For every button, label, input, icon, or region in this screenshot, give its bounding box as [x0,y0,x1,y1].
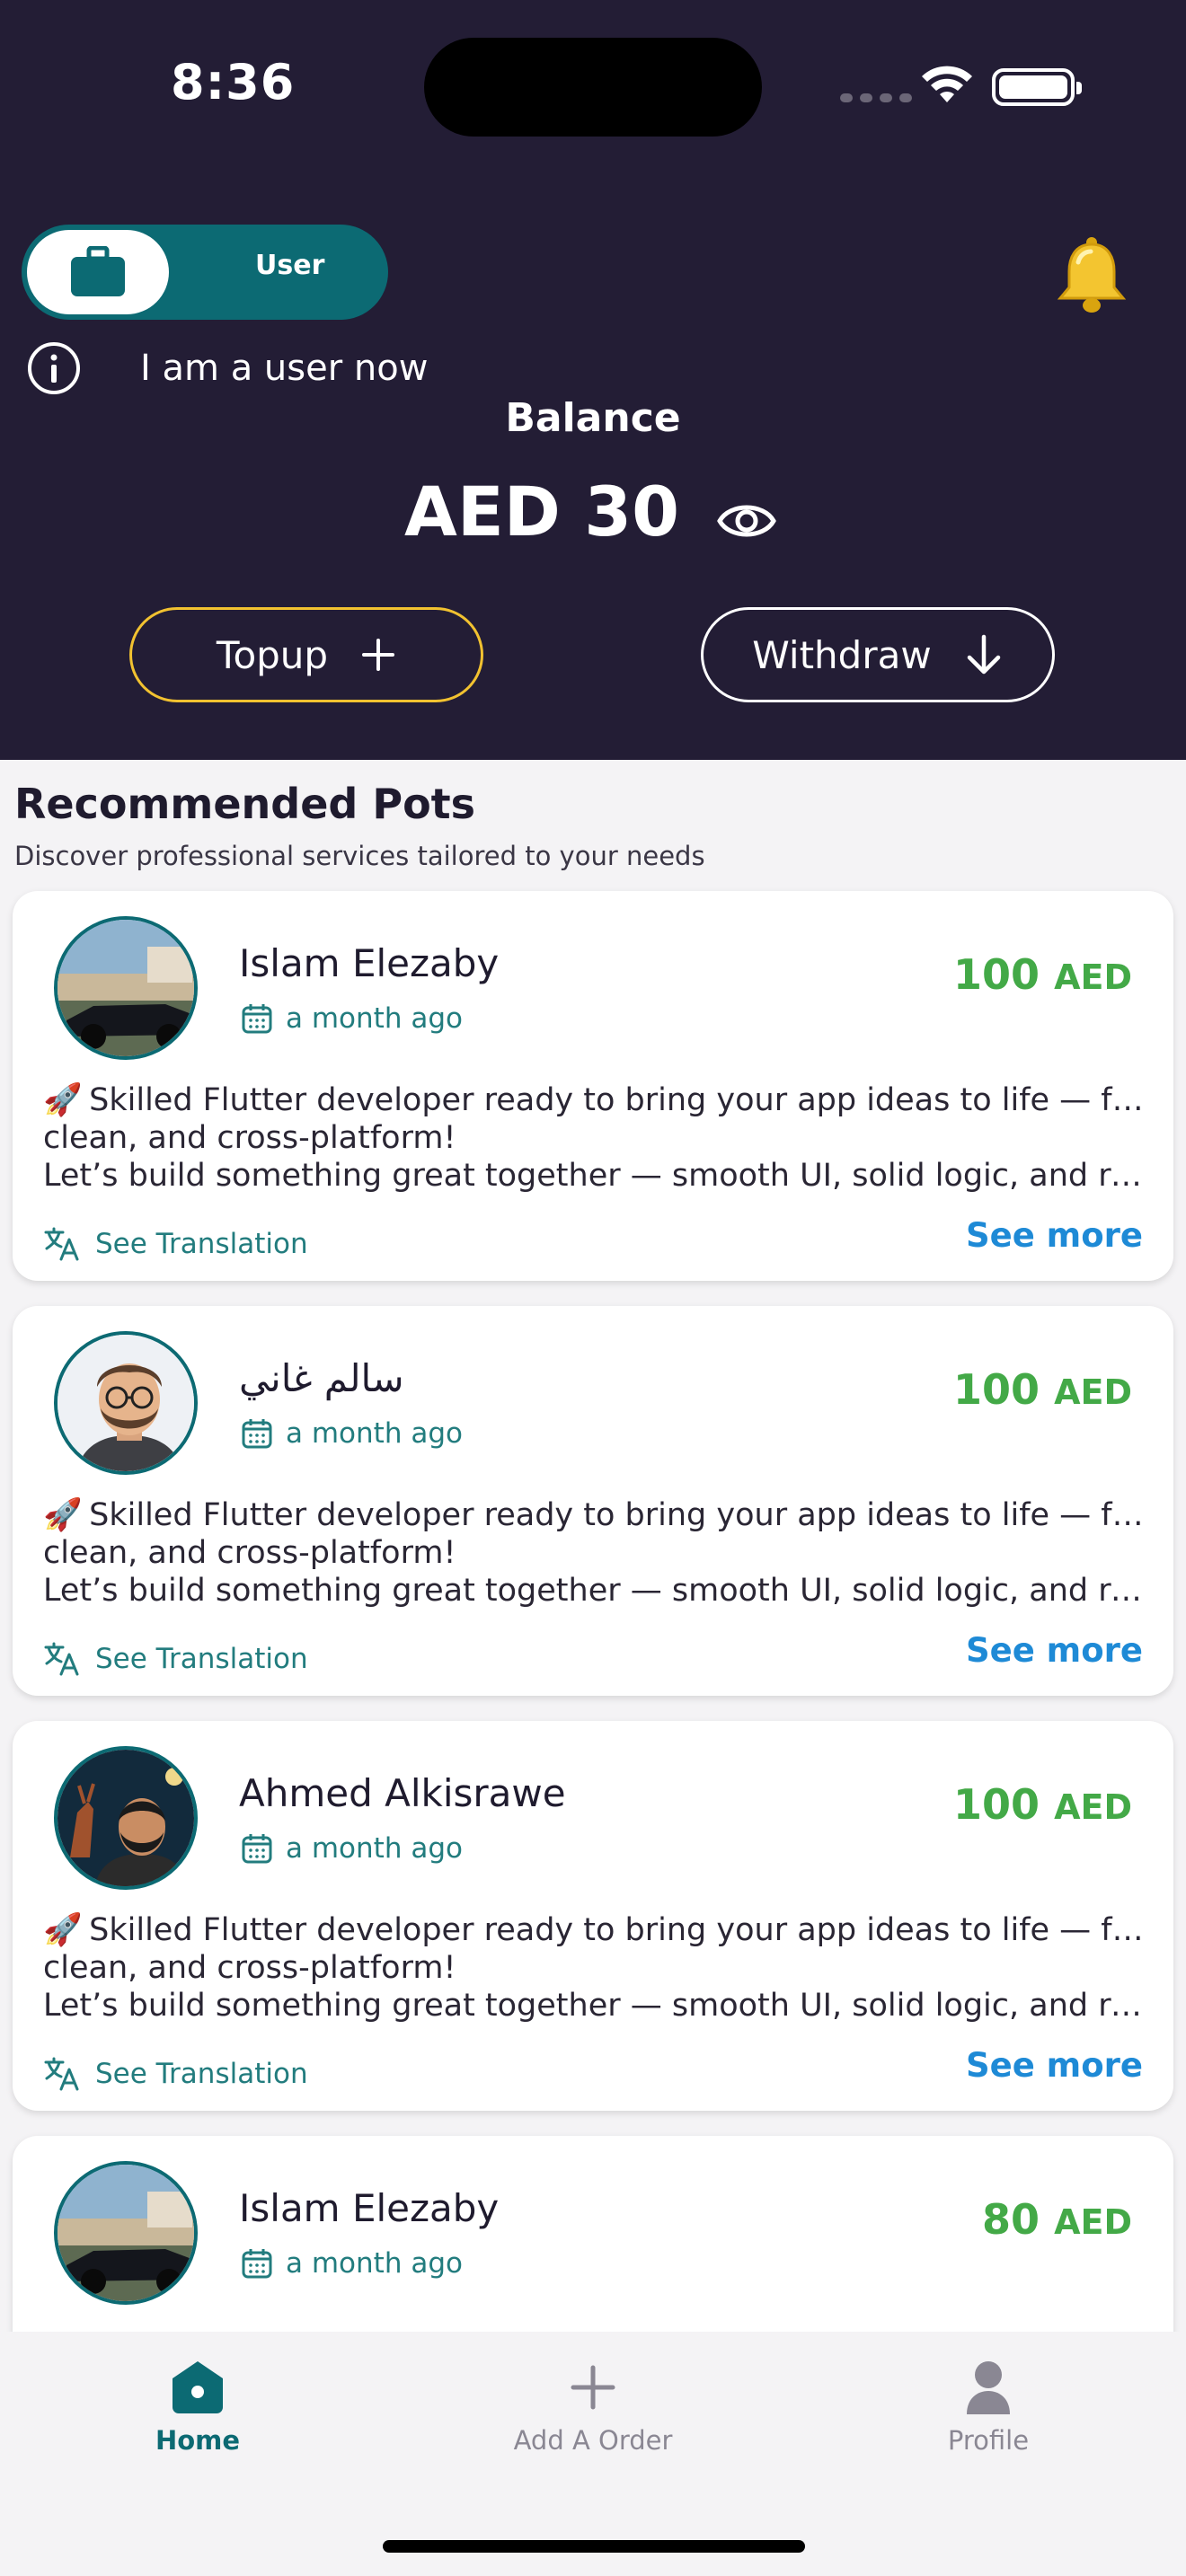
price: 80 AED [982,2195,1132,2244]
date-text: a month ago [286,2247,463,2280]
user-mode-info: I am a user now [25,340,428,397]
arrow-down-icon [967,634,1000,675]
provider-name: Ahmed Alkisrawe [239,1771,566,1815]
price-currency: AED [1054,2202,1132,2242]
price-currency: AED [1054,957,1132,997]
status-time: 8:36 [171,54,296,110]
see-more-link[interactable]: See more [966,2046,1143,2085]
balance-row: AED 30 [404,472,778,551]
withdraw-button[interactable]: Withdraw [701,607,1055,702]
calendar-icon [242,1004,272,1034]
info-text: I am a user now [140,348,429,389]
description-line: clean, and cross-platform! [43,1120,456,1156]
balance-value: AED 30 [404,472,680,551]
price-amount: 100 [953,950,1040,999]
cellular-signal-icon [840,93,912,102]
post-date: a month ago [241,1417,463,1450]
section-title: Recommended Pots [14,780,476,828]
price: 100 AED [953,1780,1132,1829]
description: 🚀 Skilled Flutter developer ready to bri… [43,1911,1148,2025]
price-currency: AED [1054,1787,1132,1827]
profile-icon [967,2361,1010,2414]
calendar-icon [242,1419,272,1449]
post-date: a month ago [241,1832,463,1865]
description-line: Skilled Flutter developer ready to bring… [89,1082,1148,1118]
see-translation-link[interactable]: See Translation [43,2055,308,2093]
dynamic-island [424,38,762,137]
avatar [54,1331,198,1475]
post-date: a month ago [241,2247,463,2280]
nav-profile-label: Profile [947,2425,1030,2456]
home-icon [173,2361,223,2413]
avatar [54,2161,198,2305]
rocket-icon: 🚀 [43,1912,83,1948]
translate-icon [44,2057,79,2091]
see-translation-link[interactable]: See Translation [43,1640,308,1678]
avatar [54,1746,198,1890]
price-amount: 80 [982,2195,1040,2244]
translate-label: See Translation [95,1643,308,1675]
date-text: a month ago [286,1832,463,1865]
calendar-icon [242,1834,272,1864]
plus-icon [571,2365,615,2410]
section-subtitle: Discover professional services tailored … [14,841,705,871]
avatar [54,916,198,1060]
price: 100 AED [953,950,1132,999]
see-more-link[interactable]: See more [966,1631,1143,1670]
description-line: clean, and cross-platform! [43,1950,456,1986]
description-line: Skilled Flutter developer ready to bring… [89,1912,1148,1948]
price-currency: AED [1054,1372,1132,1412]
balance-label: Balance [505,395,681,441]
provider-name: سالم غاني [239,1356,404,1400]
nav-add-label: Add A Order [513,2425,673,2456]
eye-icon[interactable] [715,494,778,548]
role-label: User [255,250,325,281]
notification-bell-icon[interactable] [1051,235,1132,316]
see-translation-link[interactable]: See Translation [43,1225,308,1263]
date-text: a month ago [286,1417,463,1450]
translate-label: See Translation [95,1228,308,1260]
rocket-icon: 🚀 [43,1497,83,1533]
description-line: Let’s build something great together — s… [43,1573,1148,1609]
info-icon [28,342,80,394]
nav-add-order[interactable]: Add A Order [485,2359,701,2456]
translate-icon [44,1227,79,1261]
topup-label: Topup [216,632,329,677]
description-line: clean, and cross-platform! [43,1535,456,1571]
role-toggle[interactable]: User [22,225,388,320]
home-indicator [383,2540,805,2553]
price-amount: 100 [953,1365,1040,1414]
translate-label: See Translation [95,2058,308,2090]
rocket-icon: 🚀 [43,1082,83,1118]
pot-card[interactable]: Ahmed Alkisrawe a month ago 100 AED 🚀 Sk… [13,1721,1173,2111]
battery-icon [992,68,1082,106]
provider-name: Islam Elezaby [239,941,500,985]
translate-icon [44,1642,79,1676]
nav-home[interactable]: Home [90,2359,305,2456]
description-line: Let’s build something great together — s… [43,1158,1148,1194]
pot-card[interactable]: Islam Elezaby a month ago 100 AED 🚀 Skil… [13,891,1173,1281]
briefcase-icon [27,230,169,314]
nav-home-label: Home [155,2425,241,2456]
see-more-link[interactable]: See more [966,1216,1143,1255]
description: 🚀 Skilled Flutter developer ready to bri… [43,1081,1148,1195]
nav-profile[interactable]: Profile [881,2359,1096,2456]
price-amount: 100 [953,1780,1040,1829]
topup-button[interactable]: Topup [129,607,483,702]
post-date: a month ago [241,1002,463,1035]
plus-icon [362,639,395,671]
calendar-icon [242,2249,272,2279]
description: 🚀 Skilled Flutter developer ready to bri… [43,1496,1148,1610]
pot-card[interactable]: سالم غاني a month ago 100 AED 🚀 Skilled … [13,1306,1173,1696]
description-line: Skilled Flutter developer ready to bring… [89,1497,1148,1533]
date-text: a month ago [286,1002,463,1035]
provider-name: Islam Elezaby [239,2186,500,2230]
price: 100 AED [953,1365,1132,1414]
wifi-icon [922,66,972,102]
withdraw-label: Withdraw [752,632,932,677]
description-line: Let’s build something great together — s… [43,1988,1148,2024]
header: 8:36 User I am a user now Balance AED 30… [0,0,1186,760]
